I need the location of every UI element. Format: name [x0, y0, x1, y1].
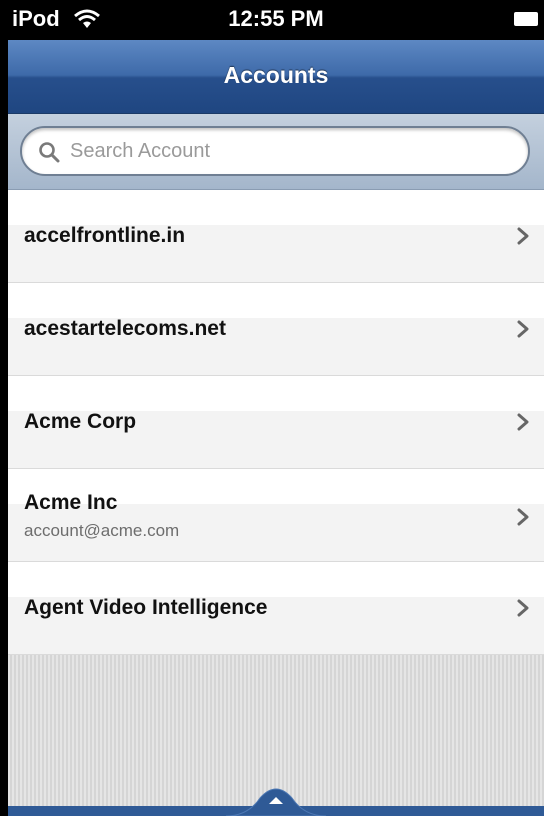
- account-email: account@acme.com: [24, 521, 180, 540]
- chevron-right-icon: [517, 320, 529, 338]
- chevron-right-icon: [517, 599, 529, 617]
- account-list: accelfrontline.in acestartelecoms.net Ac…: [8, 190, 544, 655]
- chevron-right-icon: [517, 508, 529, 526]
- search-input[interactable]: [70, 136, 510, 166]
- status-time: 12:55 PM: [228, 6, 324, 31]
- list-item-account[interactable]: accelfrontline.in: [8, 190, 544, 283]
- list-item-account[interactable]: Acme Corp: [8, 376, 544, 469]
- navigation-bar: Accounts: [8, 40, 544, 114]
- search-bar: [8, 114, 544, 190]
- app-screen: iPod 12:55 PM Accounts accelfrontline.in: [8, 0, 544, 816]
- account-name: acestartelecoms.net: [24, 317, 226, 340]
- page-title: Accounts: [223, 62, 329, 88]
- list-item-account[interactable]: Agent Video Intelligence: [8, 562, 544, 655]
- status-bar: iPod 12:55 PM: [8, 0, 544, 40]
- list-item-account[interactable]: acestartelecoms.net: [8, 283, 544, 376]
- search-field[interactable]: [20, 126, 530, 176]
- chevron-right-icon: [517, 227, 529, 245]
- toolbar-toggle-button[interactable]: [226, 788, 326, 816]
- account-name: accelfrontline.in: [24, 224, 186, 247]
- search-icon: [39, 142, 60, 163]
- account-name: Acme Corp: [24, 410, 137, 433]
- list-item-account[interactable]: Acme Inc account@acme.com: [8, 469, 544, 562]
- account-name: Agent Video Intelligence: [24, 596, 268, 619]
- account-name: Acme Inc: [24, 491, 118, 514]
- chevron-right-icon: [517, 413, 529, 431]
- battery-icon: [514, 12, 538, 26]
